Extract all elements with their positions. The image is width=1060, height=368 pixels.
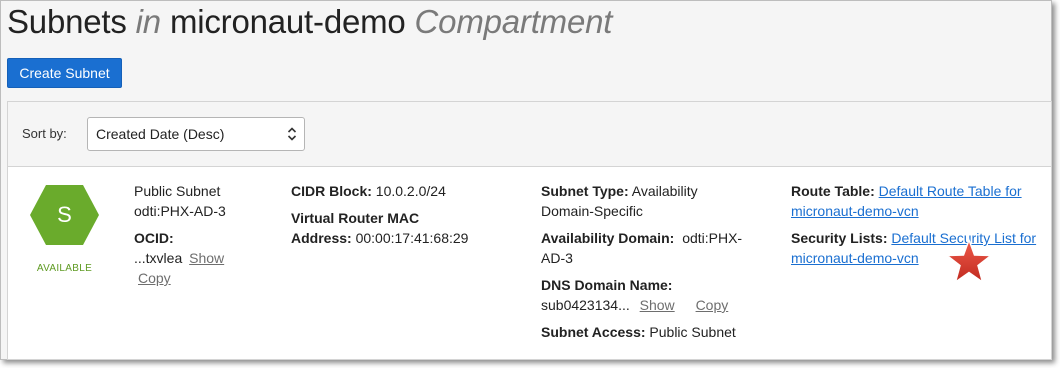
title-compartment-name: micronaut-demo — [169, 3, 406, 40]
route-table-link-line2[interactable]: micronaut-demo-vcn — [791, 203, 919, 219]
console-frame: Subnets in micronaut-demo Compartment Cr… — [0, 0, 1052, 360]
dns-label: DNS Domain Name: — [541, 277, 673, 293]
dns-row: sub0423134... Show Copy — [541, 295, 728, 315]
vr-mac-label-line1: Virtual Router MAC — [291, 210, 420, 226]
ad-value-line1: odti:PHX- — [682, 230, 743, 246]
route-table-link-line1[interactable]: Default Route Table for — [879, 183, 1022, 199]
title-resource: Subnets — [7, 3, 127, 40]
sort-bar: Sort by: Created Date (Desc) — [8, 102, 1051, 167]
dns-show-link[interactable]: Show — [640, 297, 675, 313]
page-title: Subnets in micronaut-demo Compartment — [7, 3, 612, 41]
security-lists-row: Security Lists: Default Security List fo… — [791, 228, 1036, 248]
status-badge: AVAILABLE — [36, 263, 93, 274]
dns-value: sub0423134... — [541, 297, 630, 313]
star-icon — [945, 238, 993, 284]
subnet-name[interactable]: Public Subnet — [134, 181, 220, 201]
subnet-access-value: Public Subnet — [649, 324, 736, 340]
ocid-row: ...txvlea Show — [134, 248, 224, 268]
vr-mac-row: Address: 00:00:17:41:68:29 — [291, 228, 468, 248]
subnet-type-value-line2: Domain-Specific — [541, 203, 643, 219]
cidr-label: CIDR Block: — [291, 183, 372, 199]
sort-label: Sort by: — [22, 126, 67, 141]
subnet-ad-short: odti:PHX-AD-3 — [134, 203, 226, 219]
ocid-copy-link[interactable]: Copy — [138, 270, 171, 286]
security-list-link-line2[interactable]: micronaut-demo-vcn — [791, 250, 919, 266]
cidr-value: 10.0.2.0/24 — [375, 183, 446, 199]
ad-row: Availability Domain: odti:PHX- — [541, 228, 742, 248]
ocid-value: ...txvlea — [134, 250, 183, 266]
subnet-access-label: Subnet Access: — [541, 324, 646, 340]
ad-value-line2: AD-3 — [541, 250, 573, 266]
title-in: in — [135, 3, 161, 40]
subnet-list-panel: Sort by: Created Date (Desc) S AVAILABLE… — [7, 101, 1052, 360]
security-lists-label: Security Lists: — [791, 230, 888, 246]
subnet-access-row: Subnet Access: Public Subnet — [541, 322, 736, 342]
title-compartment-word: Compartment — [414, 3, 613, 40]
subnet-avatar-letter: S — [57, 202, 72, 227]
sort-selected-value: Created Date (Desc) — [96, 126, 225, 142]
sort-select[interactable]: Created Date (Desc) — [87, 117, 305, 151]
subnet-type-label: Subnet Type: — [541, 183, 629, 199]
route-table-label: Route Table: — [791, 183, 875, 199]
route-table-row: Route Table: Default Route Table for — [791, 181, 1022, 201]
chevron-updown-icon — [287, 127, 297, 141]
cidr-row: CIDR Block: 10.0.2.0/24 — [291, 181, 446, 201]
ocid-label: OCID: — [134, 230, 174, 246]
ad-label: Availability Domain: — [541, 230, 675, 246]
ocid-show-link[interactable]: Show — [189, 250, 224, 266]
subnet-type-value-line1: Availability — [631, 183, 698, 199]
vr-mac-value: 00:00:17:41:68:29 — [355, 230, 469, 246]
vr-mac-label-line2: Address: — [291, 230, 352, 246]
subnet-type-row: Subnet Type: Availability — [541, 181, 698, 201]
create-subnet-button[interactable]: Create Subnet — [7, 58, 122, 88]
dns-copy-link[interactable]: Copy — [696, 297, 729, 313]
